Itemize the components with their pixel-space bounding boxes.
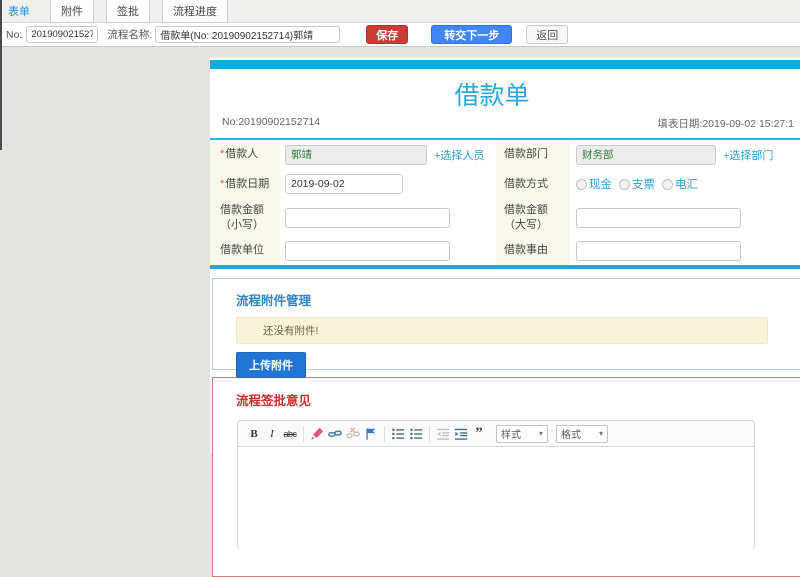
select-person-link[interactable]: +选择人员 [434,147,484,163]
radio-wire-transfer[interactable]: 电汇 [662,176,698,192]
radio-circle-icon [576,178,587,190]
loan-form-panel: 借款单 No:20190902152714 填表日期:2019-09-02 15… [210,57,800,577]
department-input[interactable] [576,144,716,165]
no-input[interactable] [26,26,99,43]
no-label: No: [6,28,23,41]
italic-button[interactable]: I [263,424,281,444]
editor-toolbar: B I abc ” 样式 ▾ 格式 ▾ [238,421,754,447]
outdent-icon [436,428,450,440]
radio-cash[interactable]: 现金 [576,176,612,192]
copy-formatting-button[interactable] [308,424,326,444]
loan-unit-label: 借款单位 [210,236,280,265]
forward-next-step-button[interactable]: 转交下一步 [431,25,513,44]
anchor-flag-button[interactable] [362,424,380,444]
loan-method-radio-group: 现金 支票 电汇 [576,176,705,192]
tab-bar: 表单 附件 签批 流程进度 [0,0,800,23]
radio-cheque[interactable]: 支票 [619,176,655,192]
blockquote-button[interactable]: ” [470,424,488,444]
indent-button[interactable] [452,424,470,444]
indent-icon [454,428,468,440]
paintbrush-icon [311,427,324,440]
no-attachments-alert: 还没有附件! [236,317,768,344]
upload-attachment-button[interactable]: 上传附件 [236,352,306,378]
loan-form-table: *借款人 +选择人员 借款部门 +选择部门 *借款日期 借款方式 现金 支票 电 [210,140,800,265]
amount-lower-label: 借款金额（小写） [210,199,280,236]
tab-attachments[interactable]: 附件 [50,0,94,23]
window-edge [0,0,2,150]
back-button[interactable]: 返回 [526,25,569,44]
borrower-input[interactable] [285,144,427,165]
save-button[interactable]: 保存 [366,25,409,44]
loan-unit-input[interactable] [285,240,450,261]
form-date-text: 填表日期:2019-09-02 15:27:1 [657,118,794,130]
unordered-list-button[interactable] [407,424,425,444]
unlink-icon [346,426,360,438]
bold-button[interactable]: B [245,424,263,444]
flow-name-input[interactable] [155,26,341,43]
approval-heading: 流程签批意见 [236,394,312,408]
loan-date-input[interactable] [285,174,403,194]
ordered-list-button[interactable] [389,424,407,444]
form-row-2: *借款日期 借款方式 现金 支票 电汇 [210,169,800,199]
form-title: 借款单 [454,82,530,110]
form-meta-row: No:20190902152714 填表日期:2019-09-02 15:27:… [210,116,800,131]
flag-icon [366,427,376,440]
form-row-3: 借款金额（小写） 借款金额（大写） [210,199,800,236]
link-button[interactable] [326,424,344,444]
amount-upper-label: 借款金额（大写） [496,199,570,236]
editor-content-area[interactable] [238,447,754,550]
toolbar-separator [384,425,385,442]
amount-lower-input[interactable] [285,207,450,228]
form-row-1: *借款人 +选择人员 借款部门 +选择部门 [210,140,800,169]
flow-name-label: 流程名称: [107,29,153,41]
unlink-button[interactable] [344,424,362,444]
outdent-button[interactable] [434,424,452,444]
required-mark: * [220,148,225,160]
unordered-list-icon [410,428,423,439]
borrower-label: *借款人 [210,140,280,169]
toolbar-separator [303,425,304,442]
styles-dropdown[interactable]: 样式 ▾ [496,424,548,443]
tab-form[interactable]: 表单 [0,3,38,19]
chevron-down-icon: ▾ [598,429,603,438]
department-label: 借款部门 [496,140,570,169]
radio-circle-icon [662,178,673,190]
loan-reason-label: 借款事由 [496,236,570,265]
chevron-down-icon: ▾ [538,429,543,438]
tab-approval[interactable]: 签批 [106,0,150,23]
tab-process-progress[interactable]: 流程进度 [162,0,228,23]
required-mark: * [220,177,225,190]
loan-method-label: 借款方式 [496,169,570,199]
strikethrough-button[interactable]: abc [281,424,299,444]
amount-upper-input[interactable] [576,207,741,228]
rich-text-editor: B I abc ” 样式 ▾ 格式 ▾ [237,420,755,550]
link-icon [328,430,342,437]
panel-top-accent-bar [210,60,800,69]
select-department-link[interactable]: +选择部门 [723,147,773,163]
document-toolbar: No: 流程名称: 保存 转交下一步 返回 [0,23,800,47]
ordered-list-icon [392,428,405,439]
form-row-4: 借款单位 借款事由 [210,236,800,265]
form-divider-bottom [210,265,800,269]
loan-date-label: *借款日期 [210,169,280,199]
loan-reason-input[interactable] [576,240,741,261]
radio-circle-icon [619,178,630,190]
form-no-text: No:20190902152714 [222,116,321,128]
approval-comments-panel: 流程签批意见 B I abc ” 样式 ▾ 格式 ▾ [212,377,800,577]
format-dropdown[interactable]: 格式 ▾ [556,424,608,443]
attachments-panel: 流程附件管理 还没有附件! 上传附件 [212,278,800,378]
attachments-heading: 流程附件管理 [236,294,312,308]
toolbar-separator [429,425,430,442]
